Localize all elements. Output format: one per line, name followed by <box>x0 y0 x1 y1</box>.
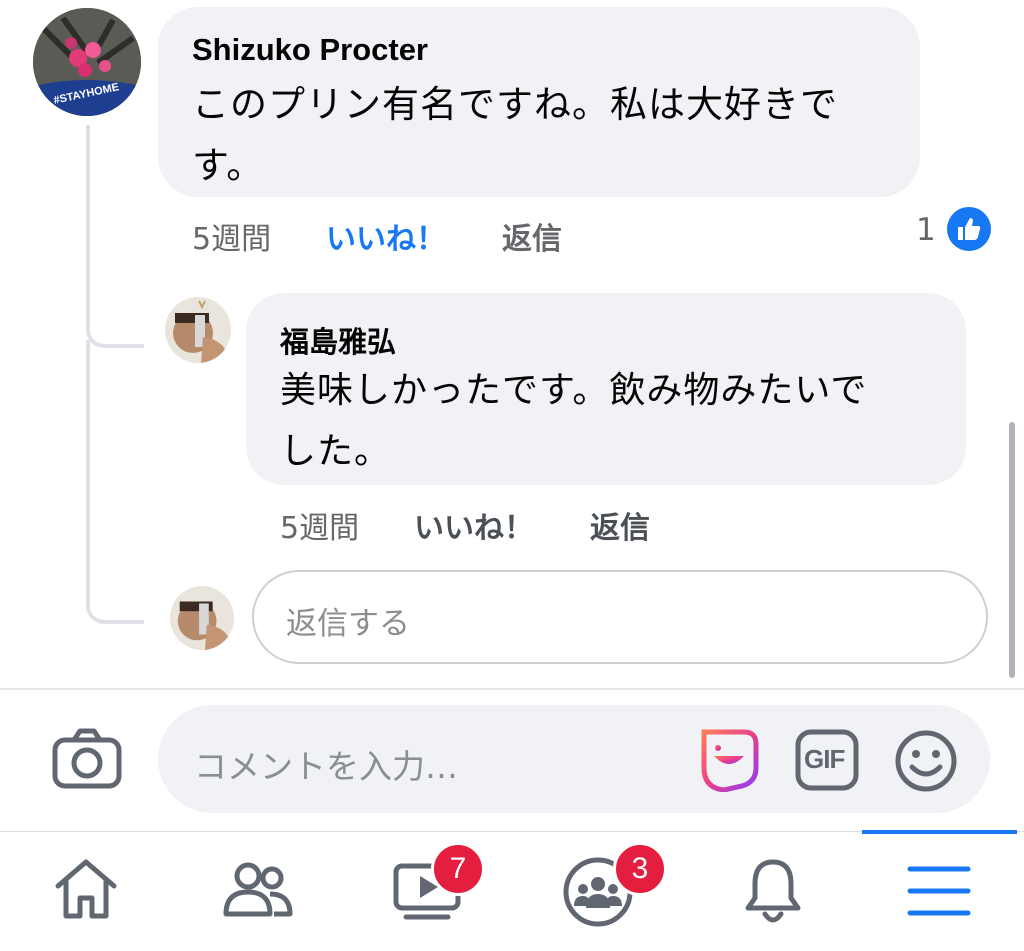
reply-text-line2: した。 <box>280 431 392 472</box>
reply-reply-button[interactable]: 返信 <box>590 503 650 547</box>
emoji-icon[interactable] <box>894 729 958 797</box>
thumbs-up-reaction-icon[interactable] <box>946 206 992 256</box>
comment-text-line2: す。 <box>192 144 265 187</box>
thread-line <box>86 125 90 325</box>
gif-icon[interactable]: GIF <box>795 729 859 795</box>
active-tab-indicator <box>862 830 1017 834</box>
bell-icon[interactable] <box>742 856 804 930</box>
friends-icon[interactable] <box>222 860 294 922</box>
current-user-avatar <box>170 586 234 650</box>
reply-input-placeholder: 返信する <box>286 606 410 642</box>
reply-text-line1: 美味しかったです。飲み物みたいで <box>280 370 868 411</box>
like-button[interactable]: いいね！ <box>326 214 446 258</box>
reply-author[interactable]: 福島雅弘 <box>280 319 396 361</box>
comment-bubble[interactable]: Shizuko Procter このプリン有名ですね。私は大好きで す。 <box>158 7 920 197</box>
composer-divider <box>0 688 1024 690</box>
gif-label: GIF <box>804 744 845 774</box>
comment-composer[interactable]: コメントを入力… <box>158 705 990 813</box>
reply-avatar[interactable] <box>165 297 231 363</box>
avatar[interactable]: #STAYHOME <box>33 8 141 116</box>
scrollbar[interactable] <box>1009 422 1015 678</box>
camera-icon[interactable] <box>52 728 122 794</box>
reaction-count[interactable]: 1 <box>916 212 936 248</box>
reply-bubble[interactable]: 福島雅弘 美味しかったです。飲み物みたいで した。 <box>246 293 966 485</box>
thread-connector-input <box>86 340 144 624</box>
comment-input-placeholder: コメントを入力… <box>194 747 458 786</box>
groups-badge: 3 <box>613 842 667 896</box>
hamburger-menu-icon[interactable] <box>906 864 972 922</box>
comment-text-line1: このプリン有名ですね。私は大好きで <box>192 83 838 126</box>
home-icon[interactable] <box>52 856 120 926</box>
avatar-photo <box>165 297 231 363</box>
reply-input[interactable]: 返信する <box>252 570 988 664</box>
comment-time[interactable]: 5週間 <box>192 214 271 258</box>
reply-time[interactable]: 5週間 <box>280 503 359 547</box>
reply-button[interactable]: 返信 <box>502 214 562 258</box>
watch-badge: 7 <box>431 842 485 896</box>
comment-author[interactable]: Shizuko Procter <box>192 32 428 68</box>
avatar-sticker-icon[interactable] <box>696 726 762 796</box>
avatar-photo <box>170 586 234 650</box>
reply-like-button[interactable]: いいね！ <box>414 503 534 547</box>
